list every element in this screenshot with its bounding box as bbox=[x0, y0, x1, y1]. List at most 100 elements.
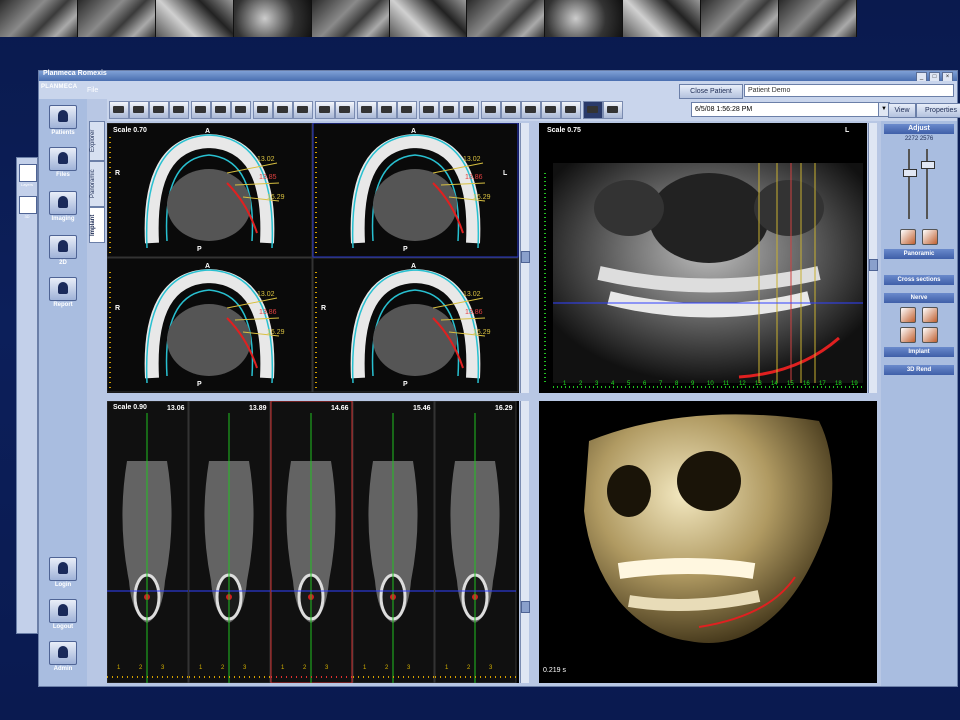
axial-views-canvas: 13.02 13.85 16.29 Scale 0.70 A R P 13.02 13.86 16… bbox=[107, 123, 519, 393]
3d-volume-pane[interactable]: 0.219 s bbox=[539, 401, 877, 683]
axial-view: 13.02 13.85 16.29 Scale 0.70 A R P bbox=[107, 123, 313, 258]
cross-section-slice: 13.891 2 3 bbox=[188, 401, 271, 683]
study-date-select[interactable]: 6/5/08 1:56:28 PM ▼ bbox=[691, 102, 890, 117]
tab-panoramic[interactable]: Panoramic bbox=[89, 161, 105, 207]
nav-report[interactable]: Report bbox=[42, 277, 84, 308]
tool-icon bbox=[257, 106, 268, 113]
tool-button[interactable] bbox=[459, 101, 479, 119]
measurement-label: 13.86 bbox=[465, 174, 483, 181]
brand-logo: PLANMECA bbox=[41, 84, 78, 90]
cross-sections-canvas: 13.061 2 313.891 2 314.661 2 315.461 2 316.291 2 3 bbox=[107, 401, 517, 683]
ruler-number: 18 bbox=[835, 381, 842, 387]
tool-button[interactable] bbox=[541, 101, 561, 119]
cross-sections-pane[interactable]: 13.06 1 2 3 13.89 1 2 3 14.66 1 2 3 15.46 1 2 3 16.29 1 2 3… bbox=[107, 401, 519, 683]
orientation-bottom: P bbox=[197, 381, 202, 388]
thumbnail-image bbox=[233, 0, 312, 37]
close-patient-button[interactable]: Close Patient bbox=[679, 84, 743, 99]
tool-button[interactable] bbox=[357, 101, 377, 119]
admin-icon bbox=[49, 641, 77, 665]
logout-icon bbox=[49, 599, 77, 623]
implant-button[interactable]: Implant bbox=[884, 347, 954, 357]
nav-login[interactable]: Login bbox=[42, 557, 84, 588]
imaging-icon bbox=[49, 191, 77, 215]
side-label: Layers bbox=[20, 182, 33, 187]
nav-files[interactable]: Files bbox=[42, 147, 84, 178]
cross-section-slice: 14.661 2 3 bbox=[270, 401, 353, 683]
render-time: 0.219 s bbox=[543, 667, 566, 674]
nav-logout[interactable]: Logout bbox=[42, 599, 84, 630]
nav-label: Logout bbox=[52, 624, 74, 630]
thumbnail-image bbox=[77, 0, 156, 37]
nerve-tool-button[interactable] bbox=[583, 101, 603, 119]
scroll-thumb[interactable] bbox=[869, 259, 878, 271]
tool-button[interactable] bbox=[231, 101, 251, 119]
view-button[interactable]: View bbox=[888, 103, 916, 118]
toolbar: 6/5/08 1:56:28 PM ▼ View Properties bbox=[107, 99, 960, 121]
axial-views-pane[interactable]: 13.02 13.85 16.29 Scale 0.70 A R P 13.02 13.86 16… bbox=[107, 123, 519, 393]
tool-button[interactable] bbox=[211, 101, 231, 119]
curve-icon[interactable] bbox=[922, 229, 938, 245]
menu-file[interactable]: File bbox=[87, 87, 98, 94]
tongue-area bbox=[167, 304, 251, 376]
brightness-slider[interactable] bbox=[903, 149, 917, 219]
nerve-button[interactable]: Nerve bbox=[884, 293, 954, 303]
tool-button[interactable] bbox=[149, 101, 169, 119]
floating-side-panel: Layers 3D bbox=[16, 157, 38, 634]
nerve-check-icon[interactable] bbox=[900, 327, 916, 343]
tool-button[interactable] bbox=[419, 101, 439, 119]
tool-button[interactable] bbox=[397, 101, 417, 119]
tool-button[interactable] bbox=[377, 101, 397, 119]
tool-button[interactable] bbox=[561, 101, 581, 119]
axial-scrollbar[interactable] bbox=[520, 123, 530, 393]
scroll-thumb[interactable] bbox=[521, 601, 530, 613]
tool-icon bbox=[401, 106, 412, 113]
patient-selector[interactable]: Patient Demo bbox=[744, 84, 954, 97]
tool-button[interactable] bbox=[315, 101, 335, 119]
tab-implant[interactable]: Implant bbox=[89, 207, 105, 243]
tool-icon bbox=[505, 106, 516, 113]
3d-side-button[interactable]: 3D bbox=[19, 196, 37, 219]
tool-button[interactable] bbox=[439, 101, 459, 119]
left-nav: Patients Files Imaging 2D Report Login L… bbox=[39, 99, 87, 686]
zoom-tool-button[interactable] bbox=[603, 101, 623, 119]
auto-adjust-icon[interactable] bbox=[900, 229, 916, 245]
files-icon bbox=[49, 147, 77, 171]
contrast-slider[interactable] bbox=[921, 149, 935, 219]
tool-button[interactable] bbox=[129, 101, 149, 119]
panoramic-scrollbar[interactable] bbox=[868, 123, 878, 393]
panoramic-pane[interactable]: 1 2 3 4 5 6 7 8 9 10 11 12 13 14 15 16 17 18 19 Scale 0.75… bbox=[539, 123, 867, 393]
tool-button[interactable] bbox=[273, 101, 293, 119]
scroll-thumb[interactable] bbox=[521, 251, 530, 263]
nerve-draw-icon[interactable] bbox=[900, 307, 916, 323]
tool-button[interactable] bbox=[191, 101, 211, 119]
cross-sections-scrollbar[interactable] bbox=[520, 401, 530, 683]
cross-sections-button[interactable]: Cross sections bbox=[884, 275, 954, 285]
nav-imaging[interactable]: Imaging bbox=[42, 191, 84, 222]
slice-position: 13.89 bbox=[249, 405, 267, 412]
tool-button[interactable] bbox=[521, 101, 541, 119]
nerve-edit-icon[interactable] bbox=[922, 307, 938, 323]
3d-rend-button[interactable]: 3D Rend bbox=[884, 365, 954, 375]
tool-button[interactable] bbox=[169, 101, 189, 119]
slider-handle[interactable] bbox=[903, 169, 917, 177]
orientation-top: A bbox=[411, 128, 416, 135]
tool-button[interactable] bbox=[293, 101, 313, 119]
3d-icon bbox=[19, 196, 37, 214]
tool-button[interactable] bbox=[501, 101, 521, 119]
nav-2d[interactable]: 2D bbox=[42, 235, 84, 266]
tool-icon bbox=[215, 106, 226, 113]
orientation-label: L bbox=[845, 127, 850, 134]
properties-button[interactable]: Properties bbox=[916, 103, 960, 118]
tool-button[interactable] bbox=[109, 101, 129, 119]
nav-admin[interactable]: Admin bbox=[42, 641, 84, 672]
slider-handle[interactable] bbox=[921, 161, 935, 169]
nerve-delete-icon[interactable] bbox=[922, 327, 938, 343]
tab-explorer[interactable]: Explorer bbox=[89, 121, 105, 161]
tool-button[interactable] bbox=[335, 101, 355, 119]
tool-button[interactable] bbox=[481, 101, 501, 119]
cross-section-slice: 16.291 2 3 bbox=[434, 401, 517, 683]
layers-button[interactable]: Layers bbox=[19, 164, 37, 187]
panoramic-button[interactable]: Panoramic bbox=[884, 249, 954, 259]
nav-patients[interactable]: Patients bbox=[42, 105, 84, 136]
tool-button[interactable] bbox=[253, 101, 273, 119]
